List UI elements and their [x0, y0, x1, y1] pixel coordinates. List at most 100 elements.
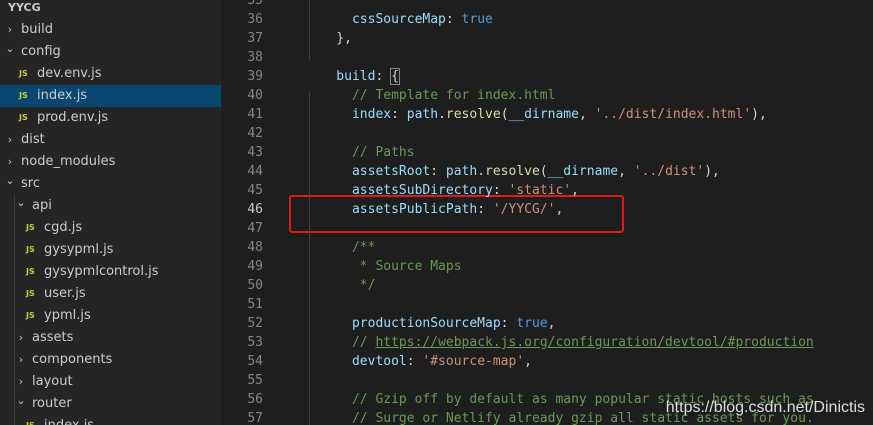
code-line[interactable]: assetsSubDirectory: 'static', — [305, 181, 579, 200]
line-number: 52 — [247, 316, 263, 331]
js-file-icon: JS — [19, 113, 28, 122]
code-token: assetsRoot — [305, 164, 431, 179]
line-number: 39 — [247, 69, 263, 84]
code-token: : — [430, 164, 446, 179]
folder-item-src[interactable]: ⌄ src — [0, 173, 221, 195]
tree-item-label: dist — [21, 132, 45, 147]
code-line[interactable]: * Source Maps — [305, 257, 462, 276]
code-line[interactable]: assetsRoot: path.resolve(__dirname, '../… — [305, 162, 720, 181]
code-line[interactable]: // Paths — [305, 143, 415, 162]
code-token: '../dist/index.html' — [594, 107, 752, 122]
code-line[interactable]: devtool: '#source-map', — [305, 352, 532, 371]
line-number: 50 — [247, 278, 263, 293]
code-token: productionSourceMap — [305, 316, 501, 331]
code-token: }, — [305, 31, 352, 46]
code-token: cssSourceMap — [305, 12, 446, 27]
code-token: ( — [539, 164, 548, 179]
code-token: path — [406, 107, 439, 122]
indent-guide — [14, 195, 15, 425]
code-token: __dirname — [547, 164, 619, 179]
code-line[interactable]: cssSourceMap: true — [305, 10, 493, 29]
tree-item-label: gysypmlcontrol.js — [44, 264, 159, 279]
code-token: build — [305, 69, 376, 84]
code-token: * Source Maps — [305, 259, 462, 274]
code-editor[interactable]: 35 36 cssSourceMap: true 37 }, 38 39 build: … — [221, 0, 873, 425]
js-file-icon: JS — [19, 91, 28, 100]
line-number: 46 — [247, 202, 263, 217]
line-number: 42 — [247, 126, 263, 141]
code-line[interactable]: // Template for index.html — [305, 86, 556, 105]
chevron-down-icon: ⌄ — [16, 196, 26, 209]
folder-item-build[interactable]: › build — [0, 19, 221, 41]
folder-item-components[interactable]: › components — [0, 349, 221, 371]
code-line[interactable]: }, — [305, 29, 352, 48]
line-number: 40 — [247, 88, 263, 103]
chevron-right-icon: › — [7, 133, 13, 146]
indent-guide — [309, 0, 310, 60]
line-number: 56 — [247, 392, 263, 407]
tree-item-label: cgd.js — [44, 220, 83, 235]
file-item-ypml-js[interactable]: JS ypml.js — [0, 305, 221, 327]
code-line[interactable]: /** — [305, 238, 376, 257]
line-number: 44 — [247, 164, 263, 179]
tree-item-label: gysypml.js — [44, 242, 114, 257]
code-token: . — [477, 164, 486, 179]
chevron-down-icon: ⌄ — [16, 394, 26, 407]
code-token: ( — [500, 107, 509, 122]
line-number: 49 — [247, 259, 263, 274]
tree-item-label: user.js — [44, 286, 86, 301]
file-item-user-js[interactable]: JS user.js — [0, 283, 221, 305]
line-number: 36 — [247, 12, 263, 27]
code-line[interactable]: */ — [305, 276, 376, 295]
file-item-cgd-js[interactable]: JS cgd.js — [0, 217, 221, 239]
folder-item-config[interactable]: ⌄ config — [0, 41, 221, 63]
code-token: true — [461, 12, 493, 27]
file-item-gysypmlcontrol-js[interactable]: JS gysypmlcontrol.js — [0, 261, 221, 283]
chevron-down-icon: ⌄ — [5, 42, 15, 55]
file-item-index-js[interactable]: JS index.js — [0, 85, 221, 107]
tree-item-label: index.js — [37, 88, 88, 103]
line-number: 47 — [247, 221, 263, 236]
js-file-icon: JS — [26, 311, 35, 320]
tree-item-label: ypml.js — [44, 308, 91, 323]
watermark: https://blog.csdn.net/Dinictis — [665, 399, 865, 416]
folder-item-assets[interactable]: › assets — [0, 327, 221, 349]
js-file-icon: JS — [26, 245, 35, 254]
chevron-down-icon: ⌄ — [5, 174, 15, 187]
file-item-prod-env-js[interactable]: JS prod.env.js — [0, 107, 221, 129]
code-token: : — [375, 69, 392, 84]
code-line[interactable]: // https://webpack.js.org/configuration/… — [305, 333, 814, 352]
code-token: path — [445, 164, 478, 179]
file-item-dev-env-js[interactable]: JS dev.env.js — [0, 63, 221, 85]
chevron-right-icon: › — [18, 353, 24, 366]
code-line[interactable]: build: { — [305, 67, 400, 86]
folder-item-api[interactable]: ⌄ api — [0, 195, 221, 217]
indent-guide — [309, 92, 310, 425]
line-number: 55 — [247, 373, 263, 388]
line-number: 43 — [247, 145, 263, 160]
code-token: /** — [305, 240, 376, 255]
chevron-right-icon: › — [18, 331, 24, 344]
code-token: // — [305, 335, 376, 350]
line-number: 35 — [247, 0, 263, 8]
tree-item-label: src — [21, 176, 40, 191]
tree-item-label: config — [21, 44, 61, 59]
tree-item-label: api — [32, 198, 52, 213]
file-item-index-js[interactable]: JS index.js — [0, 415, 221, 425]
code-line[interactable]: assetsPublicPath: '/YYCG/', — [305, 200, 563, 219]
folder-item-dist[interactable]: › dist — [0, 129, 221, 151]
code-line[interactable]: index: path.resolve(__dirname, '../dist/… — [305, 105, 767, 124]
line-number: 38 — [247, 50, 263, 65]
code-token: resolve — [445, 107, 501, 122]
file-item-gysypml-js[interactable]: JS gysypml.js — [0, 239, 221, 261]
folder-item-layout[interactable]: › layout — [0, 371, 221, 393]
code-line[interactable]: productionSourceMap: true, — [305, 314, 556, 333]
folder-item-node-modules[interactable]: › node_modules — [0, 151, 221, 173]
explorer-root-yycg[interactable]: YYCG — [0, 0, 221, 19]
code-token: ), — [751, 107, 767, 122]
code-token: https://webpack.js.org/configuration/dev… — [375, 335, 814, 350]
code-token: , — [578, 107, 595, 122]
folder-item-router[interactable]: ⌄ router — [0, 393, 221, 415]
code-token: , — [555, 202, 564, 217]
code-token: '#source-map' — [422, 354, 525, 369]
